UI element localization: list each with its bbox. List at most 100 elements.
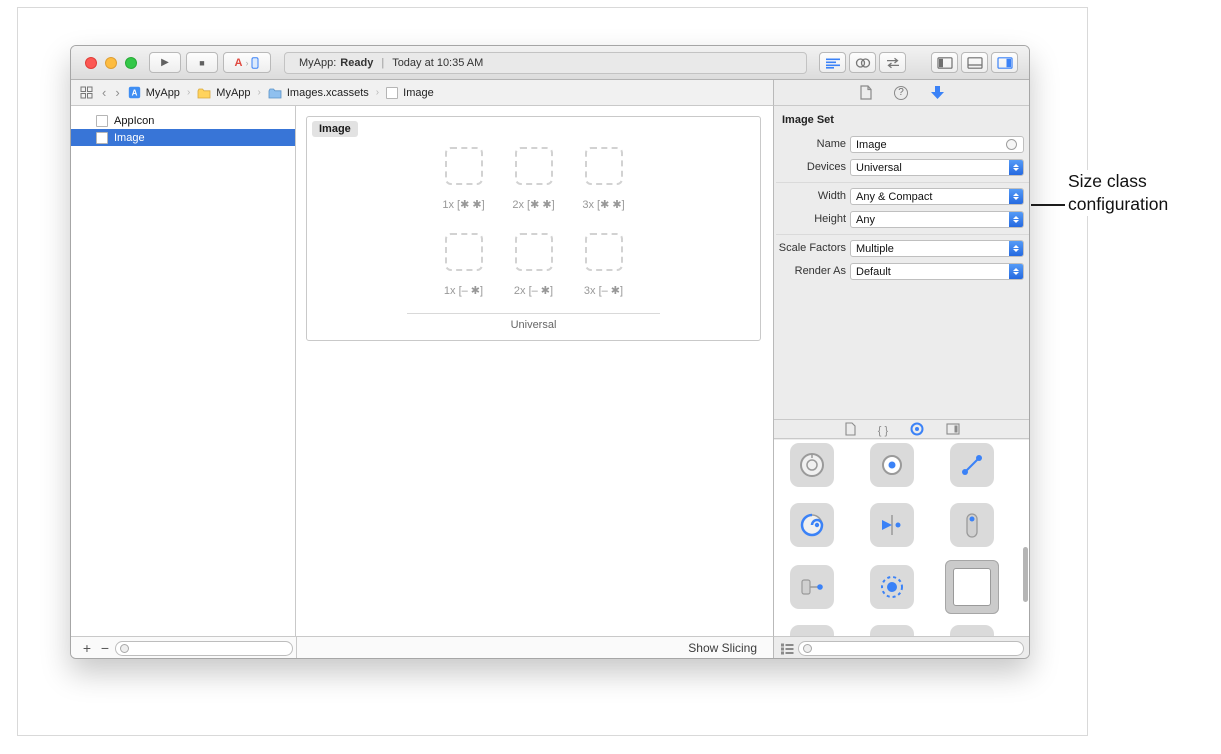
debug-area-toggle[interactable] xyxy=(961,52,988,73)
image-well-cell: 2x [– ✱] xyxy=(503,233,565,297)
media-library-tab[interactable] xyxy=(946,423,960,435)
navigator-panel-toggle[interactable] xyxy=(931,52,958,73)
image-well-1x[interactable] xyxy=(445,147,483,185)
library-filter-field[interactable] xyxy=(798,641,1024,656)
library-item-capsule[interactable] xyxy=(950,503,994,547)
attributes-inspector-tab[interactable] xyxy=(930,85,945,100)
object-library-circle-icon xyxy=(910,422,924,436)
file-template-library-tab[interactable] xyxy=(845,422,856,436)
asset-list-sidebar: AppIcon Image xyxy=(71,106,296,636)
quick-help-tab[interactable]: ? xyxy=(894,86,908,100)
image-set-card: Image 1x [✱ ✱] 2x [✱ ✱] 3x [✱ ✱] xyxy=(306,116,761,341)
filter-field[interactable] xyxy=(115,641,293,656)
run-button[interactable]: ▶ xyxy=(149,52,181,73)
image-well-2x[interactable] xyxy=(515,147,553,185)
breadcrumb-label: Image xyxy=(403,87,434,99)
popup-value: Universal xyxy=(856,162,902,174)
dial-icon xyxy=(797,450,827,480)
name-field[interactable] xyxy=(850,136,1024,153)
assistant-editor-button[interactable] xyxy=(849,52,876,73)
utilities-panel-toggle[interactable] xyxy=(991,52,1018,73)
library-item-swirl[interactable] xyxy=(790,503,834,547)
file-inspector-tab[interactable] xyxy=(860,85,872,100)
status-project: MyApp: xyxy=(299,57,336,69)
image-well-1x-compact[interactable] xyxy=(445,233,483,271)
snippet-library-tab[interactable]: { } xyxy=(878,422,888,437)
well-label: 3x [✱ ✱] xyxy=(582,198,624,211)
stop-button[interactable]: ■ xyxy=(186,52,218,73)
image-well-2x-compact[interactable] xyxy=(515,233,553,271)
show-slicing-button[interactable]: Show Slicing xyxy=(688,641,757,655)
library-item-plain-view-selected[interactable] xyxy=(945,560,999,614)
image-well-cell: 1x [– ✱] xyxy=(433,233,495,297)
asset-row-appicon[interactable]: AppIcon xyxy=(71,112,295,129)
close-button[interactable] xyxy=(85,57,97,69)
back-button[interactable]: ‹ xyxy=(101,86,107,99)
status-state: Ready xyxy=(340,57,373,69)
image-well-3x[interactable] xyxy=(585,147,623,185)
popup-stepper-icon xyxy=(1009,241,1023,256)
divider xyxy=(296,637,297,659)
center-dot-icon xyxy=(877,450,907,480)
popup-value: Any xyxy=(856,214,875,226)
minimize-button[interactable] xyxy=(105,57,117,69)
breadcrumb-separator-icon: › xyxy=(376,87,379,98)
library-item-connector[interactable] xyxy=(950,443,994,487)
library-item-partial[interactable] xyxy=(790,625,834,636)
project-icon: A xyxy=(128,86,141,99)
editor-mode-buttons xyxy=(819,52,906,73)
height-popup[interactable]: Any xyxy=(850,211,1024,228)
media-library-icon xyxy=(946,423,960,435)
breadcrumb-label: Images.xcassets xyxy=(287,87,369,99)
well-label: 2x [✱ ✱] xyxy=(512,198,554,211)
library-item-dashed-circle[interactable] xyxy=(870,565,914,609)
standard-editor-button[interactable] xyxy=(819,52,846,73)
library-item-flag[interactable] xyxy=(790,565,834,609)
image-well-3x-compact[interactable] xyxy=(585,233,623,271)
scale-factors-popup[interactable]: Multiple xyxy=(850,240,1024,257)
well-label: 1x [– ✱] xyxy=(444,284,483,297)
braces-icon: { } xyxy=(878,425,888,437)
render-as-popup[interactable]: Default xyxy=(850,263,1024,280)
devices-label: Devices xyxy=(774,161,846,173)
zoom-button[interactable] xyxy=(125,57,137,69)
popup-value: Multiple xyxy=(856,243,894,255)
version-editor-button[interactable] xyxy=(879,52,906,73)
breadcrumb-project[interactable]: A MyApp xyxy=(128,86,180,99)
library-item-center-dot[interactable] xyxy=(870,443,914,487)
image-well-cell: 3x [✱ ✱] xyxy=(573,147,635,211)
list-view-toggle-icon[interactable] xyxy=(780,642,794,655)
remove-button[interactable]: − xyxy=(97,638,113,658)
breadcrumb-asset-catalog[interactable]: Images.xcassets xyxy=(268,87,369,99)
add-button[interactable]: + xyxy=(79,638,95,658)
height-label: Height xyxy=(774,213,846,225)
field-action-circle-icon[interactable] xyxy=(1006,139,1017,150)
related-items-button[interactable] xyxy=(79,86,94,99)
status-time: Today at 10:35 AM xyxy=(392,57,483,69)
library-item-partial[interactable] xyxy=(870,625,914,636)
capsule-icon xyxy=(957,510,987,540)
devices-popup[interactable]: Universal xyxy=(850,159,1024,176)
library-item-marker[interactable] xyxy=(870,503,914,547)
breadcrumb-image-set[interactable]: Image xyxy=(386,87,434,99)
scrollbar[interactable] xyxy=(1023,547,1028,602)
popup-value: Default xyxy=(856,266,891,278)
stop-icon: ■ xyxy=(199,58,204,68)
library-item-dial[interactable] xyxy=(790,443,834,487)
image-well-cell: 2x [✱ ✱] xyxy=(503,147,565,211)
asset-row-image[interactable]: Image xyxy=(71,129,295,146)
scheme-selector[interactable]: A › xyxy=(223,52,271,73)
breadcrumb-group[interactable]: MyApp xyxy=(197,87,250,99)
device-icon xyxy=(251,57,259,69)
library-item-partial[interactable] xyxy=(950,625,994,636)
wells-row-compact-any: 1x [– ✱] 2x [– ✱] 3x [– ✱] xyxy=(307,233,760,297)
popup-stepper-icon xyxy=(1009,264,1023,279)
object-library-tab[interactable] xyxy=(910,422,924,436)
panel-bottom-icon xyxy=(967,57,983,69)
wells-row-any-any: 1x [✱ ✱] 2x [✱ ✱] 3x [✱ ✱] xyxy=(307,147,760,211)
app-icon-set-icon xyxy=(96,115,108,127)
forward-button[interactable]: › xyxy=(114,86,120,99)
width-popup[interactable]: Any & Compact xyxy=(850,188,1024,205)
callout-label: Size class configuration xyxy=(1068,170,1214,216)
filter-icon xyxy=(803,644,812,653)
